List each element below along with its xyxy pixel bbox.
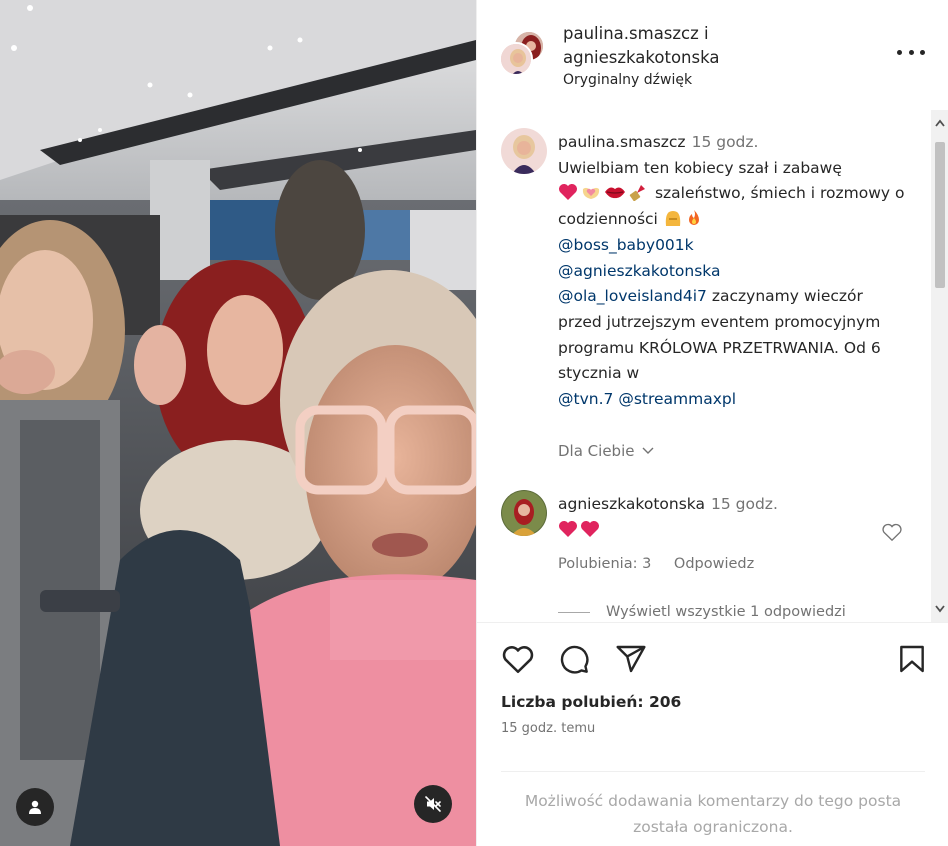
scrollbar-thumb[interactable]	[935, 142, 945, 288]
comment-meta: Polubienia: 3 Odpowiedz	[558, 556, 754, 572]
comments-scrollbar[interactable]	[931, 110, 948, 622]
person-tag-icon	[29, 800, 41, 814]
comments-restricted-notice: Możliwość dodawania komentarzy do tego p…	[501, 771, 925, 840]
comment-time[interactable]: 15 godz.	[711, 495, 778, 513]
reply-button[interactable]: Odpowiedz	[674, 556, 754, 572]
red-heart-icon	[581, 520, 599, 537]
comments-scroll-area[interactable]: paulina.smaszcz 15 godz. Uwielbiam ten ko…	[477, 110, 948, 622]
lipstick-icon	[629, 185, 645, 202]
caption-text: paulina.smaszcz 15 godz. Uwielbiam ten ko…	[558, 130, 908, 413]
caption-time[interactable]: 15 godz.	[692, 133, 759, 151]
view-replies-label[interactable]: Wyświetl wszystkie 1 odpowiedzi	[606, 604, 846, 620]
comment-icon[interactable]	[557, 643, 591, 675]
author-username-1[interactable]: paulina.smaszcz i	[563, 22, 719, 46]
author-username-2[interactable]: agnieszkakotonska	[563, 46, 719, 70]
likes-count[interactable]: Liczba polubień: 206	[501, 693, 681, 711]
heart-icon[interactable]	[501, 643, 535, 675]
lips-icon	[605, 187, 625, 199]
bookmark-icon[interactable]	[897, 643, 927, 675]
speaker-muted-icon	[425, 796, 441, 812]
tagged-users-button[interactable]	[16, 788, 54, 826]
comment-likes-count[interactable]: Polubienia: 3	[558, 556, 651, 572]
caption-username[interactable]: paulina.smaszcz	[558, 133, 686, 151]
mention-link[interactable]: @streammaxpl	[618, 390, 736, 408]
share-icon[interactable]	[615, 643, 647, 675]
chevron-down-icon	[642, 447, 654, 454]
comment-text: agnieszkakotonska 15 godz.	[558, 492, 908, 543]
audio-label[interactable]: Oryginalny dźwięk	[563, 72, 692, 88]
comment-username[interactable]: agnieszkakotonska	[558, 495, 705, 513]
hands-heart-icon	[582, 188, 600, 200]
mention-link[interactable]: @ola_loveisland4i7	[558, 287, 707, 305]
scroll-down-arrow-icon[interactable]	[934, 602, 946, 614]
emoji-row-1: szaleństwo, śmiech i rozmowy o codzienno…	[558, 184, 905, 228]
fire-icon	[688, 210, 699, 226]
red-heart-icon	[559, 520, 577, 537]
collab-avatars[interactable]	[499, 30, 547, 78]
post-timestamp[interactable]: 15 godz. temu	[501, 721, 595, 736]
caption-avatar[interactable]	[501, 128, 547, 174]
view-replies-button[interactable]: Wyświetl wszystkie 1 odpowiedzi	[558, 604, 846, 620]
video-frame	[0, 0, 476, 846]
fist-hands-icon	[665, 211, 680, 227]
post-side-panel: paulina.smaszcz i agnieszkakotonska Oryg…	[476, 0, 948, 846]
scroll-up-arrow-icon[interactable]	[934, 118, 946, 130]
mention-link[interactable]: @boss_baby001k	[558, 233, 908, 259]
post-header: paulina.smaszcz i agnieszkakotonska Oryg…	[477, 0, 948, 110]
comment-emojis	[558, 520, 602, 539]
red-heart-icon	[559, 184, 577, 201]
comment-avatar[interactable]	[501, 490, 547, 536]
mention-link[interactable]: @agnieszkakotonska	[558, 259, 908, 285]
avatar-paulina-smaszcz[interactable]	[499, 42, 533, 76]
translation-label[interactable]: Dla Ciebie	[558, 442, 634, 460]
mute-toggle-button[interactable]	[414, 785, 452, 823]
translation-toggle[interactable]: Dla Ciebie	[558, 442, 656, 460]
post-author-names[interactable]: paulina.smaszcz i agnieszkakotonska	[563, 22, 719, 70]
replies-divider	[558, 611, 590, 613]
post-actions: Liczba polubień: 206 15 godz. temu Możli…	[477, 622, 948, 846]
mention-link[interactable]: @tvn.7	[558, 390, 613, 408]
post-video[interactable]	[0, 0, 476, 846]
more-options-icon[interactable]	[897, 42, 925, 62]
caption-text-1: Uwielbiam ten kobiecy szał i zabawę	[558, 158, 842, 177]
comment-like-heart-icon[interactable]	[881, 522, 903, 542]
